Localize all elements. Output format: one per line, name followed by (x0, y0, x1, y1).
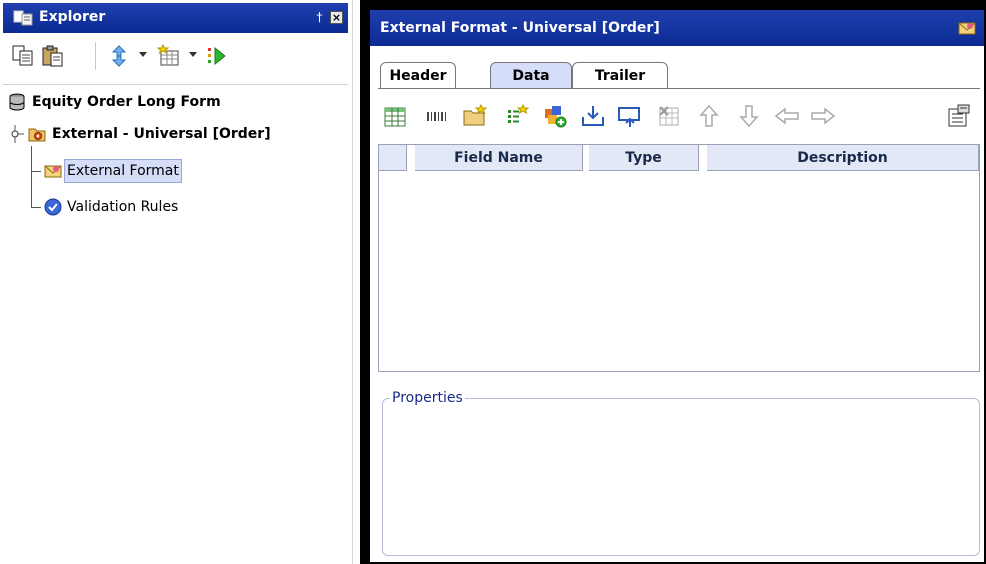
tree-item-label: Validation Rules (67, 199, 179, 215)
grid-new-dropdown-arrow[interactable] (189, 52, 197, 57)
add-component-icon[interactable] (542, 103, 568, 129)
tree-group[interactable]: External - Universal [Order] (8, 122, 348, 146)
main-toolbar (370, 92, 984, 142)
close-icon[interactable]: × (330, 11, 343, 24)
move-down-icon[interactable] (736, 103, 762, 129)
grid-new-icon[interactable] (157, 44, 181, 68)
new-folder-icon[interactable] (462, 103, 488, 129)
run-icon[interactable] (205, 44, 229, 68)
pin-icon[interactable]: † (313, 11, 326, 24)
add-field-icon[interactable] (504, 103, 530, 129)
explorer-toolbar (3, 34, 348, 85)
tree-item-external-format[interactable]: External Format (44, 159, 344, 183)
properties-icon[interactable] (946, 103, 972, 129)
envelope-icon (958, 22, 976, 35)
tree-root-label: Equity Order Long Form (32, 94, 221, 110)
grid-header-field-name[interactable]: Field Name (415, 145, 583, 171)
sort-dropdown-arrow[interactable] (139, 52, 147, 57)
move-right-icon[interactable] (810, 103, 836, 129)
properties-groupbox (382, 398, 980, 556)
envelope-icon (44, 165, 62, 178)
tab-label: Data (512, 68, 550, 84)
tree-connector (31, 171, 41, 172)
tree-connector (31, 146, 32, 208)
grid-header-description[interactable]: Description (707, 145, 979, 171)
tab-trailer[interactable]: Trailer (572, 62, 668, 88)
layout-icon[interactable] (616, 103, 642, 129)
main-titlebar: External Format - Universal [Order] (370, 10, 984, 46)
import-icon[interactable] (580, 103, 606, 129)
main-window: External Format - Universal [Order] Head… (370, 10, 984, 562)
copy-icon[interactable] (11, 44, 35, 68)
folder-gear-icon (28, 128, 46, 142)
tab-header[interactable]: Header (380, 62, 456, 88)
insert-table-icon[interactable] (382, 103, 408, 129)
barcode-icon[interactable] (424, 103, 450, 129)
tree-group-label: External - Universal [Order] (52, 126, 271, 142)
move-up-icon[interactable] (696, 103, 722, 129)
explorer-title: Explorer (39, 9, 106, 25)
explorer-titlebar: Explorer † × (3, 3, 348, 33)
expand-toggle-icon[interactable] (8, 125, 26, 143)
toolbar-separator (95, 42, 96, 70)
sort-icon[interactable] (107, 44, 131, 68)
main-window-frame: External Format - Universal [Order] Head… (360, 0, 986, 564)
grid-header-type[interactable]: Type (589, 145, 699, 171)
explorer-panel: Explorer † × Equity Order Long Form Exte… (0, 0, 353, 564)
tree-item-validation-rules[interactable]: Validation Rules (44, 195, 344, 219)
grid-row-selector-header (379, 145, 407, 171)
properties-label: Properties (390, 390, 465, 406)
delete-icon[interactable] (656, 103, 682, 129)
fields-grid[interactable]: Field Name Type Description (378, 144, 980, 372)
check-circle-icon (44, 198, 62, 216)
tab-data[interactable]: Data (490, 62, 572, 88)
tab-label: Trailer (594, 68, 646, 84)
tree-item-label: External Format (64, 159, 182, 183)
database-icon (9, 93, 25, 111)
tree-connector (31, 207, 41, 208)
tab-label: Header (389, 68, 447, 84)
explorer-app-icon (13, 10, 33, 26)
tab-strip-line (378, 88, 980, 89)
paste-icon[interactable] (41, 44, 65, 68)
main-title: External Format - Universal [Order] (380, 20, 660, 36)
tree-root[interactable]: Equity Order Long Form (8, 90, 348, 114)
move-left-icon[interactable] (774, 103, 800, 129)
